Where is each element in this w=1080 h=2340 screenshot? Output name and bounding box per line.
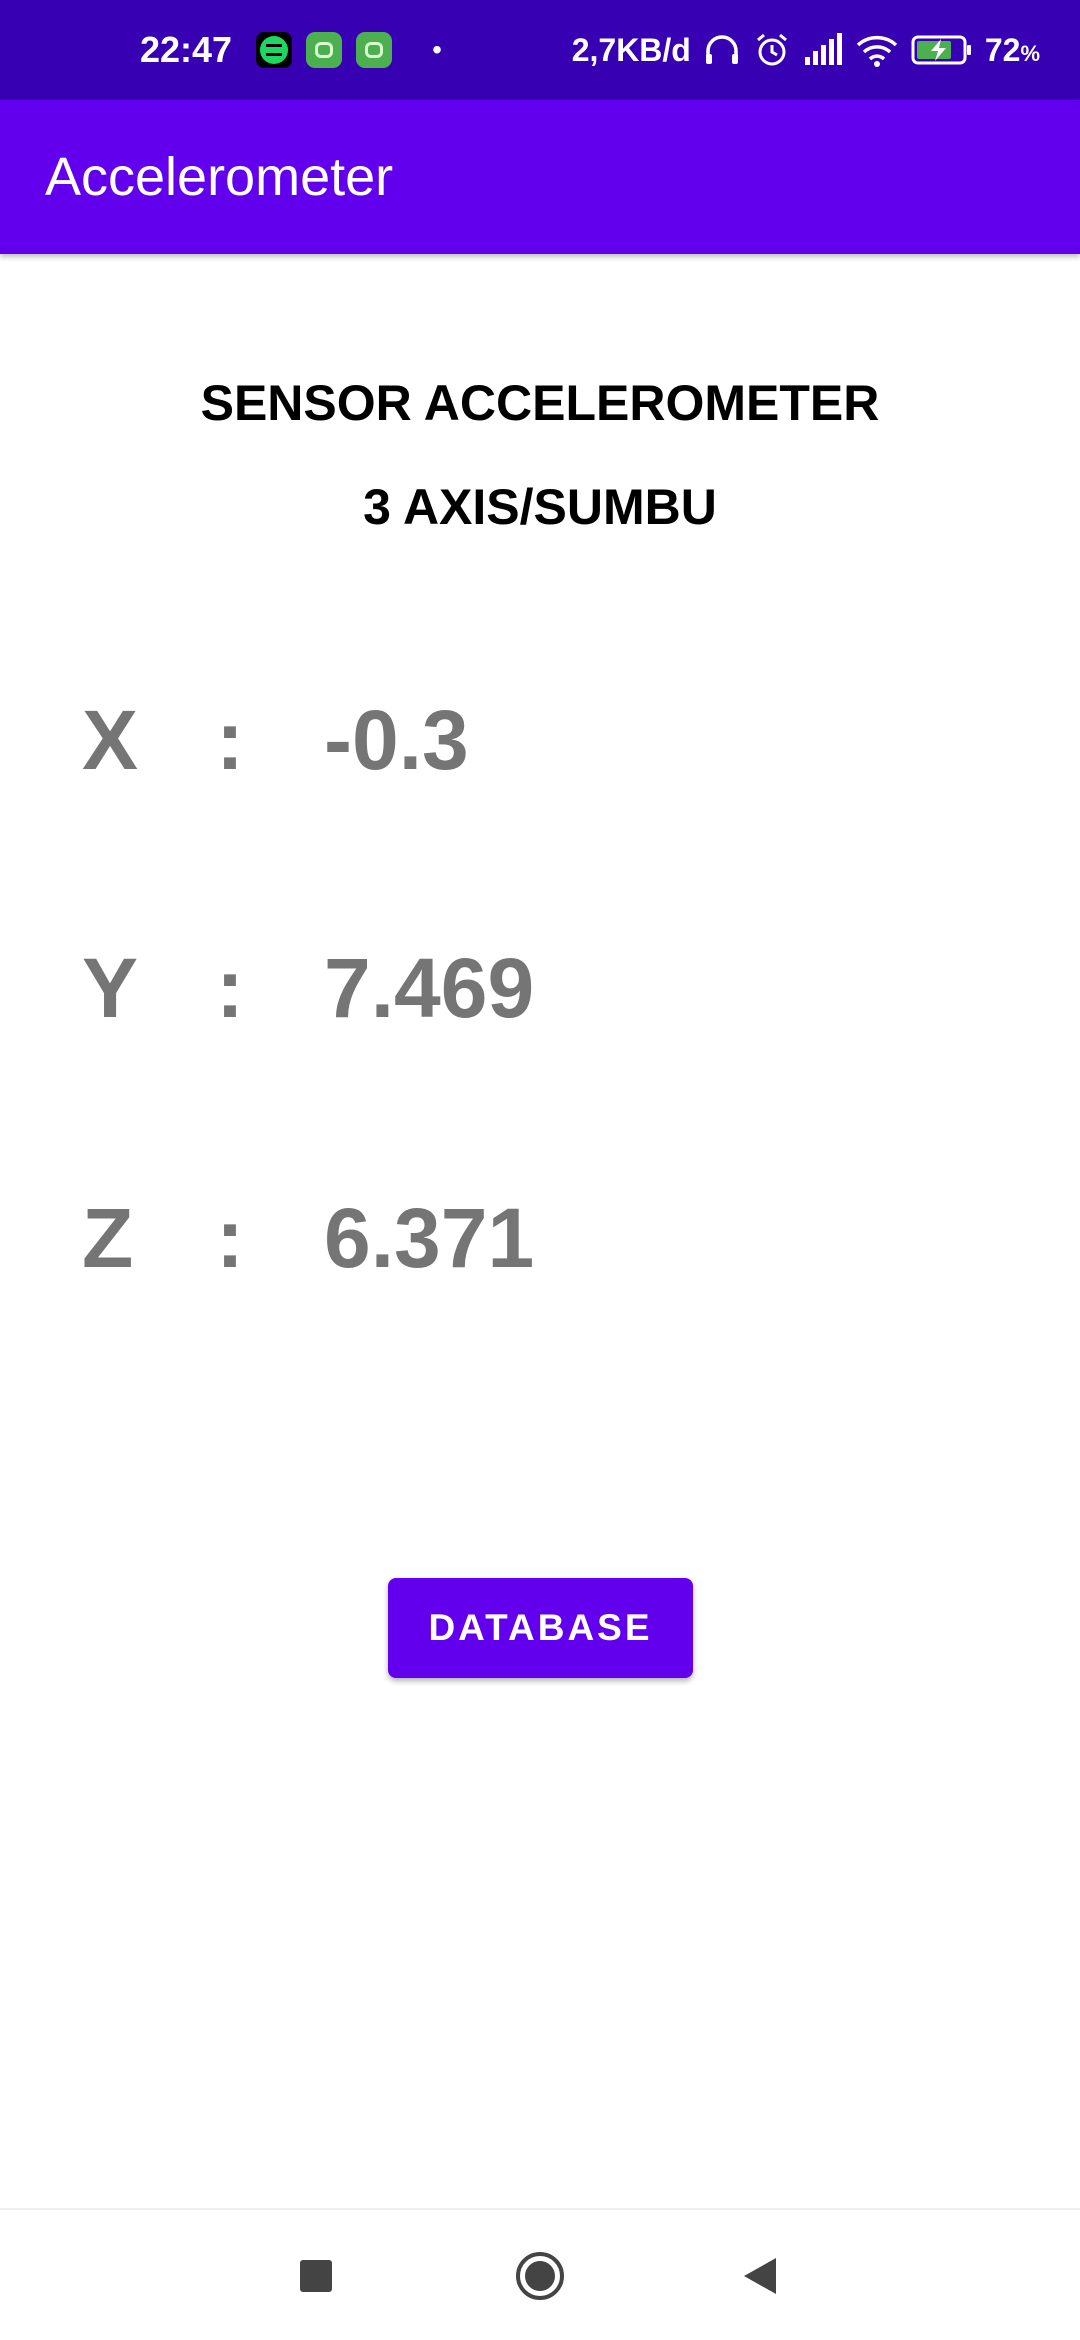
more-notifications-dot: •	[432, 34, 442, 65]
home-button[interactable]	[480, 2210, 600, 2340]
axis-label-x: X	[82, 693, 139, 787]
status-right: 2,7KB/d 72%	[572, 0, 1040, 100]
axis-row-z: Z : 6.371	[0, 1190, 1080, 1300]
spotify-icon	[256, 32, 293, 68]
back-button[interactable]	[700, 2210, 820, 2340]
axis-value-z: 6.371	[324, 1191, 535, 1285]
database-button[interactable]: DATABASE	[388, 1578, 693, 1678]
green-app-icon	[306, 32, 343, 68]
axis-separator: :	[216, 941, 244, 1035]
axis-separator: :	[216, 1191, 244, 1285]
home-icon	[516, 2252, 564, 2300]
status-time: 22:47	[140, 29, 233, 70]
navigation-bar	[0, 2208, 1080, 2340]
axis-label-y: Y	[82, 941, 139, 1035]
wifi-icon	[855, 33, 899, 67]
back-icon	[744, 2258, 776, 2294]
recents-icon	[300, 2260, 332, 2292]
axis-label-z: Z	[82, 1191, 134, 1285]
battery-charging-icon	[911, 34, 973, 66]
signal-icon	[803, 33, 843, 67]
sensor-heading: SENSOR ACCELEROMETER	[200, 375, 880, 431]
alarm-icon	[753, 31, 791, 69]
battery-percentage: 72%	[984, 31, 1040, 68]
axis-row-x: X : -0.3	[0, 692, 1080, 802]
recents-button[interactable]	[256, 2210, 376, 2340]
app-title: Accelerometer	[45, 147, 394, 207]
axis-value-y: 7.469	[324, 941, 535, 1035]
status-bar: 22:47 • 2,7KB/d 72%	[0, 0, 1080, 100]
axis-row-y: Y : 7.469	[0, 940, 1080, 1050]
screen: 22:47 • 2,7KB/d 72% Accelerometer SENSOR…	[0, 0, 1080, 2340]
axis-subheading: 3 AXIS/SUMBU	[363, 479, 717, 535]
green-app-icon	[356, 32, 393, 68]
axis-value-x: -0.3	[324, 693, 469, 787]
network-speed: 2,7KB/d	[571, 31, 691, 68]
headphones-icon	[703, 32, 741, 68]
app-bar: Accelerometer	[0, 100, 1080, 254]
axis-separator: :	[216, 693, 244, 787]
status-left: 22:47 •	[140, 0, 442, 100]
